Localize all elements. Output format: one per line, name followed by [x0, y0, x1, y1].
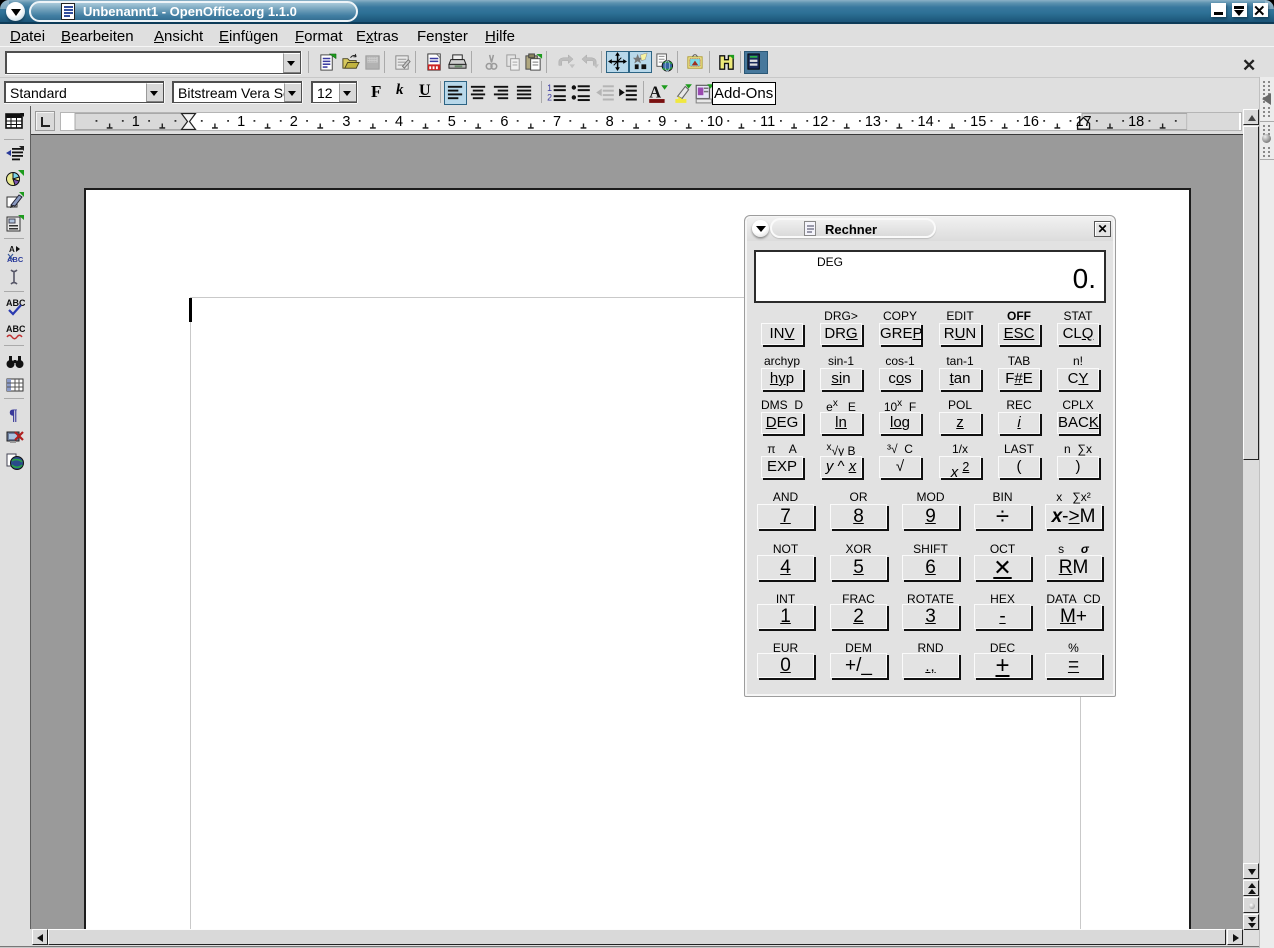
svg-text:2: 2 [547, 93, 552, 103]
svg-text:1: 1 [547, 83, 552, 93]
svg-text:ABC: ABC [6, 298, 25, 308]
svg-text:A: A [9, 245, 15, 254]
svg-text:ABC: ABC [7, 255, 24, 264]
svg-text:¶: ¶ [9, 407, 18, 424]
svg-text:ABC: ABC [6, 324, 25, 334]
svg-text:A: A [649, 82, 661, 101]
